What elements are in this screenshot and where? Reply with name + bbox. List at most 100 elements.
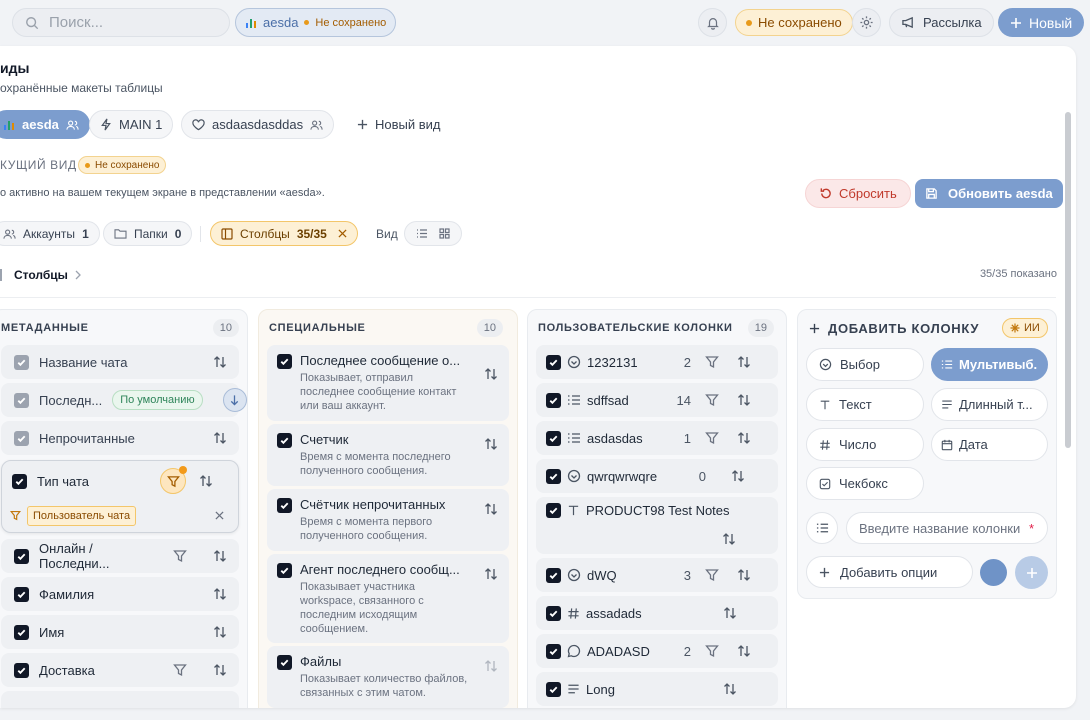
checkbox[interactable] (14, 624, 29, 640)
type-number-button[interactable]: Число (806, 428, 924, 461)
close-icon[interactable] (338, 229, 347, 238)
checkbox[interactable] (546, 503, 561, 518)
sort-icon[interactable] (484, 659, 498, 673)
sort-icon[interactable] (213, 663, 227, 677)
checkbox[interactable] (277, 433, 292, 448)
checkbox[interactable] (277, 498, 292, 513)
column-row-online[interactable]: Онлайн / Последни... (1, 539, 239, 573)
custom-row-adadasd[interactable]: ADADASD 2 (536, 634, 778, 668)
checkbox[interactable] (546, 392, 561, 408)
custom-row-sdffsad[interactable]: sdffsad 14 (536, 383, 778, 417)
sort-icon[interactable] (737, 568, 751, 582)
sort-icon[interactable] (723, 606, 737, 620)
sort-icon[interactable] (484, 437, 498, 451)
type-date-button[interactable]: Дата (931, 428, 1048, 461)
type-select-button[interactable]: Выбор (806, 348, 924, 381)
sort-icon[interactable] (484, 567, 498, 581)
sort-icon[interactable] (213, 355, 227, 369)
special-item-last-agent[interactable]: Агент последнего сообщ... Показывает уча… (267, 554, 509, 643)
checkbox[interactable] (14, 430, 29, 446)
type-text-button[interactable]: Текст (806, 388, 924, 421)
custom-row-long[interactable]: Long (536, 672, 778, 706)
custom-row-asdasdas[interactable]: asdasdas 1 (536, 421, 778, 455)
mailing-button[interactable]: Рассылка (889, 8, 994, 37)
sort-icon[interactable] (731, 469, 745, 483)
new-view-button[interactable]: Новый вид (346, 110, 452, 139)
filter-icon[interactable] (173, 549, 187, 563)
breadcrumb-columns[interactable]: Столбцы (14, 268, 68, 282)
grid-view-icon[interactable] (439, 228, 450, 239)
sort-icon[interactable] (737, 355, 751, 369)
checkbox[interactable] (277, 354, 292, 369)
sort-icon[interactable] (484, 502, 498, 516)
view-pill-main1[interactable]: MAIN 1 (89, 110, 174, 139)
sort-icon[interactable] (722, 532, 736, 546)
custom-row-assadads[interactable]: assadads (536, 596, 778, 630)
close-icon[interactable] (215, 511, 224, 520)
add-options-button[interactable]: Добавить опции (806, 556, 973, 588)
checkbox[interactable] (546, 681, 561, 697)
checkbox[interactable] (14, 662, 29, 678)
type-long-text-button[interactable]: Длинный т... (931, 388, 1048, 421)
special-item-unread-counter[interactable]: Счётчик непрочитанных Время с момента пе… (267, 489, 509, 551)
checkbox[interactable] (546, 605, 561, 621)
new-button[interactable]: Новый (998, 8, 1085, 37)
checkbox[interactable] (546, 468, 561, 484)
special-item-files[interactable]: Файлы Показывает количество файлов, связа… (267, 646, 509, 708)
custom-row-product98[interactable]: PRODUCT98 Test Notes (536, 497, 778, 554)
sort-icon[interactable] (737, 644, 751, 658)
checkbox[interactable] (12, 474, 27, 489)
column-row-chat-type[interactable]: Тип чата Пользователь чата (1, 460, 239, 533)
sort-icon[interactable] (723, 682, 737, 696)
sort-icon[interactable] (213, 625, 227, 639)
sort-icon[interactable] (199, 474, 213, 488)
notifications-button[interactable] (698, 8, 727, 37)
custom-row-1232131[interactable]: 1232131 2 (536, 345, 778, 379)
column-row-last[interactable]: Последн... По умолчанию (1, 383, 247, 417)
column-row-chat-name[interactable]: Название чата (1, 345, 239, 379)
view-pill-aesda[interactable]: aesda (0, 110, 90, 139)
vertical-scrollbar[interactable] (1065, 112, 1071, 448)
accounts-filter-chip[interactable]: Аккаунты 1 (0, 221, 100, 246)
folders-filter-chip[interactable]: Папки 0 (103, 221, 193, 246)
filter-icon[interactable] (705, 355, 719, 369)
custom-row-dwq[interactable]: dWQ 3 (536, 558, 778, 592)
settings-button[interactable] (852, 8, 881, 37)
column-row-unread[interactable]: Непрочитанные (1, 421, 239, 455)
column-row-delivery[interactable]: Доставка (1, 653, 239, 687)
filter-icon[interactable] (705, 431, 719, 445)
reset-button[interactable]: Сбросить (805, 179, 911, 208)
checkbox[interactable] (14, 354, 29, 370)
ai-badge[interactable]: ИИ (1002, 318, 1048, 338)
view-pill-asdaasdasddas[interactable]: asdaasdasddas (181, 110, 335, 139)
filter-icon[interactable] (173, 663, 187, 677)
columns-filter-chip[interactable]: Столбцы 35/35 (210, 221, 358, 246)
column-row-first-name[interactable]: Имя (1, 615, 239, 649)
column-type-indicator[interactable] (806, 512, 838, 544)
checkbox[interactable] (546, 430, 561, 446)
column-row-last-name[interactable]: Фамилия (1, 577, 239, 611)
sort-icon[interactable] (737, 393, 751, 407)
list-view-icon[interactable] (416, 228, 428, 239)
checkbox[interactable] (546, 567, 561, 583)
type-checkbox-button[interactable]: Чекбокс (806, 467, 924, 500)
checkbox[interactable] (14, 392, 29, 408)
filter-icon[interactable] (705, 568, 719, 582)
type-multiselect-button[interactable]: Мультивыб... (931, 348, 1048, 381)
special-item-counter[interactable]: Счетчик Время с момента последнего получе… (267, 424, 509, 486)
current-view-chip[interactable]: aesda Не сохранено (235, 8, 397, 37)
checkbox[interactable] (546, 643, 561, 659)
color-picker-button[interactable] (980, 559, 1007, 586)
sort-icon[interactable] (737, 431, 751, 445)
filter-icon[interactable] (705, 644, 719, 658)
filter-icon[interactable] (705, 393, 719, 407)
update-view-button[interactable]: Обновить aesda (915, 179, 1063, 208)
sort-icon[interactable] (213, 549, 227, 563)
checkbox[interactable] (277, 655, 292, 670)
sort-icon[interactable] (213, 431, 227, 445)
column-name-input[interactable]: Введите название колонки * (846, 512, 1048, 544)
special-item-last-message[interactable]: Последнее сообщение о... Показывает, отп… (267, 345, 509, 421)
search-input[interactable]: Поиск... (12, 8, 230, 37)
checkbox[interactable] (546, 354, 561, 370)
checkbox[interactable] (14, 586, 29, 602)
